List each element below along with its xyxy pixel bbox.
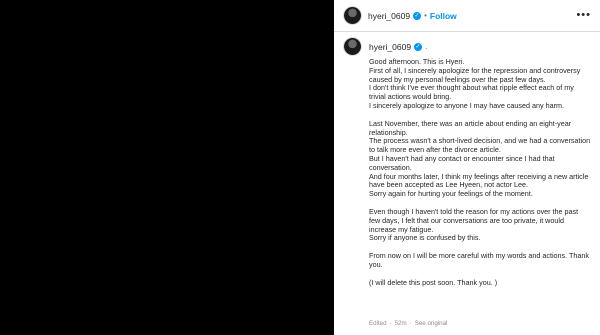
post-header: hyeri_0609 ✓ • Follow ••• (334, 0, 600, 32)
username[interactable]: hyeri_0609 (368, 11, 410, 21)
caption-line: I sincerely apologize to anyone I may ha… (369, 100, 564, 110)
caption-line: First of all, I sincerely apologize for … (369, 65, 581, 84)
caption-line: (I will delete this post soon. Thank you… (369, 277, 498, 287)
caption-header: hyeri_0609 ✓ . (344, 38, 427, 55)
caption-line: Sorry again for hurting your feelings of… (369, 189, 533, 199)
edited-label: Edited (369, 320, 387, 327)
caption-text: Good afternoon. This is Hyeri. First of a… (369, 57, 591, 288)
separator-dot: • (424, 11, 427, 20)
caption-line: But I haven't had any contact or encount… (369, 153, 555, 172)
verified-badge-icon: ✓ (414, 42, 423, 51)
verified-badge-icon: ✓ (413, 11, 422, 20)
media-area (0, 0, 334, 335)
post-panel: hyeri_0609 ✓ • Follow ••• hyeri_0609 ✓ .… (334, 0, 600, 335)
caption-avatar[interactable] (344, 38, 361, 55)
caption-line: Even though I haven't told the reason fo… (369, 206, 579, 234)
caption-line: And four months later, I think my feelin… (369, 171, 589, 190)
post-footer: Edited · 52m · See original (369, 320, 447, 327)
follow-button[interactable]: Follow (430, 11, 457, 21)
caption-username[interactable]: hyeri_0609 (369, 42, 411, 52)
caption-line: From now on I will be more careful with … (369, 251, 589, 269)
footer-separator: · (409, 320, 412, 327)
more-options-icon[interactable]: ••• (576, 10, 591, 21)
caption-separator: . (425, 42, 428, 51)
see-original-link[interactable]: See original (415, 320, 448, 327)
footer-separator: · (389, 320, 392, 327)
caption-line: Sorry if anyone is confused by this. (369, 233, 481, 243)
caption-line: I don't think I've ever thought about wh… (369, 83, 574, 102)
post-time: 52m (394, 320, 407, 327)
caption-line: Last November, there was an article abou… (369, 118, 572, 137)
caption-line: The process wasn't a short-lived decisio… (369, 136, 591, 155)
avatar[interactable] (344, 7, 361, 24)
